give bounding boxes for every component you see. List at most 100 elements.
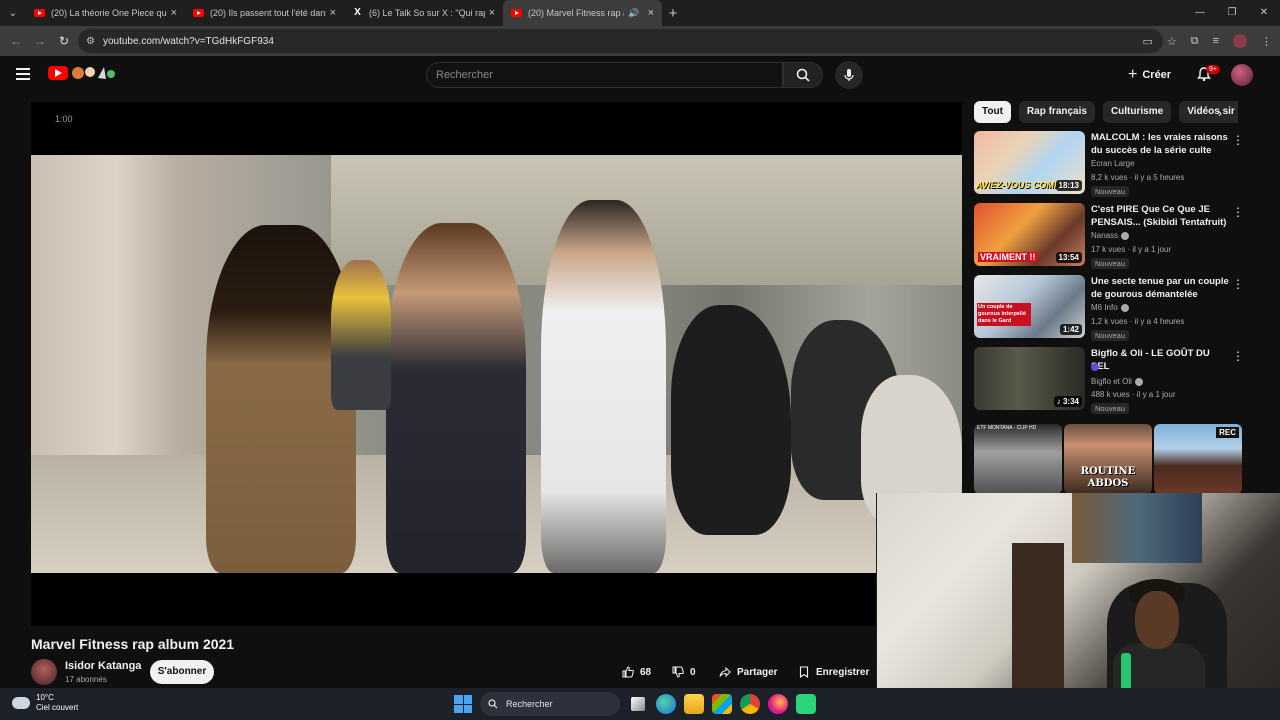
save-button[interactable]: Enregistrer [798, 660, 869, 684]
streaming-app-icon[interactable] [796, 694, 816, 714]
webcam-face [1135, 591, 1179, 649]
video-thumbnail[interactable]: ♪ 3:34 [974, 347, 1085, 410]
site-info-icon[interactable]: ⚙ [86, 36, 95, 47]
recommendation-meta: 17 k vues · il y a 1 jour [1091, 245, 1172, 254]
chip-all[interactable]: Tout [974, 101, 1011, 123]
weather-widget[interactable]: 10°C Ciel couvert [9, 693, 78, 713]
channel-name[interactable]: Isidor Katanga [65, 660, 141, 672]
more-options-icon[interactable]: ⋮ [1232, 133, 1244, 147]
thumbs-up-icon [622, 666, 634, 678]
task-view-icon[interactable] [631, 697, 645, 711]
search-button[interactable] [783, 62, 823, 88]
taskbar-search-label: Rechercher [506, 699, 553, 709]
browser-tab[interactable]: (20) La théorie One Piece qui e × [26, 0, 185, 26]
new-badge: Nouveau [1091, 186, 1130, 197]
chip-culturisme[interactable]: Culturisme [1102, 101, 1172, 123]
chevron-right-icon[interactable]: › [1218, 106, 1222, 120]
recommendation-title[interactable]: MALCOLM : les vraies raisons du succès d… [1091, 131, 1229, 157]
url-bar[interactable]: ⚙ youtube.com/watch?v=TGdHkFGF934 [78, 29, 1163, 53]
recommendation-channel[interactable]: Bigflo et Oli [1091, 377, 1132, 386]
video-player[interactable]: 1:00 [31, 102, 962, 626]
like-button[interactable]: 68 [622, 660, 651, 684]
subscriber-count: 17 abonnés [65, 675, 107, 684]
recommendation-channel-row[interactable]: Bigflo et Oli [1091, 377, 1143, 386]
recommendation-channel[interactable]: Ecran Large [1091, 159, 1135, 168]
create-button[interactable]: + Créer [1128, 65, 1171, 85]
back-icon[interactable]: ← [4, 34, 28, 48]
browser-tab[interactable]: X (6) Le Talk So sur X : "Qui rap le × [344, 0, 503, 26]
window-close-icon[interactable]: ✕ [1248, 0, 1280, 26]
browser-menu-icon[interactable]: ⋮ [1261, 35, 1272, 48]
video-thumbnail[interactable]: VRAIMENT !! 13:54 [974, 203, 1085, 266]
hamburger-menu-icon[interactable] [16, 68, 30, 80]
profile-avatar[interactable] [1233, 34, 1247, 48]
recommendation-channel-row[interactable]: M6 Info [1091, 303, 1129, 312]
firefox-icon[interactable] [768, 694, 788, 714]
browser-tab-active[interactable]: (20) Marvel Fitness rap albu 🔊 × [503, 0, 662, 26]
taskbar-search[interactable]: Rechercher [480, 692, 620, 716]
account-avatar[interactable] [1231, 64, 1253, 86]
close-icon[interactable]: × [489, 7, 495, 19]
youtube-icon [511, 9, 522, 17]
edge-icon[interactable] [656, 694, 676, 714]
reload-icon[interactable]: ↻ [52, 34, 76, 48]
video-person [541, 200, 666, 573]
recommendation-item[interactable]: Un couple de gourous interpellé dans le … [974, 275, 1254, 345]
subscribe-button[interactable]: S'abonner [150, 660, 214, 684]
close-icon[interactable]: × [648, 7, 654, 19]
player-timestamp: 1:00 [55, 114, 73, 124]
minimize-icon[interactable]: — [1184, 0, 1216, 26]
extensions-icon[interactable]: ⧉ [1191, 35, 1199, 48]
more-options-icon[interactable]: ⋮ [1232, 277, 1244, 291]
more-options-icon[interactable]: ⋮ [1232, 349, 1244, 363]
short-thumbnail[interactable]: REC [1154, 424, 1242, 494]
dislike-button[interactable]: 0 [672, 660, 696, 684]
weather-temp: 10°C [36, 693, 54, 702]
youtube-logo[interactable] [48, 66, 68, 80]
doodle-logo[interactable] [70, 64, 116, 82]
recommendation-channel-row[interactable]: Nanass [1091, 231, 1130, 240]
browser-tab[interactable]: (20) Ils passent tout l'été dans l × [185, 0, 344, 26]
plus-icon: + [1128, 66, 1138, 83]
recommendation-item[interactable]: ♪ 3:34 Bigflo & Oli - LE GOÛT DU SEL Big… [974, 347, 1254, 417]
channel-avatar[interactable] [31, 659, 57, 685]
cast-icon[interactable]: ▭ [1142, 35, 1152, 48]
recommendation-channel[interactable]: Nanass [1091, 231, 1118, 240]
voice-search-button[interactable] [835, 61, 863, 89]
close-icon[interactable]: × [330, 7, 336, 19]
short-thumbnail[interactable]: ROUTINE ABDOS [1064, 424, 1152, 494]
search-input[interactable]: Rechercher [426, 62, 783, 88]
recommendation-title[interactable]: C'est PIRE Que Ce Que JE PENSAIS... (Ski… [1091, 203, 1229, 229]
file-explorer-icon[interactable] [684, 694, 704, 714]
close-icon[interactable]: × [171, 7, 177, 19]
restore-icon[interactable]: ❐ [1216, 0, 1248, 26]
share-button[interactable]: Partager [719, 660, 778, 684]
short-thumbnail[interactable]: ETF MONTANA - CLIP HD [974, 424, 1062, 494]
media-controls-icon[interactable]: ≡ [1213, 35, 1219, 47]
video-thumbnail[interactable]: Un couple de gourous interpellé dans le … [974, 275, 1085, 338]
recommendation-title[interactable]: Une secte tenue par un couple de gourous… [1091, 275, 1229, 301]
share-icon [719, 666, 731, 678]
more-options-icon[interactable]: ⋮ [1232, 205, 1244, 219]
video-thumbnail[interactable]: AVIEZ-VOUS COMPR 18:13 [974, 131, 1085, 194]
tab-search-icon[interactable]: ⌄ [0, 0, 26, 26]
speaker-icon[interactable]: 🔊 [628, 8, 639, 19]
recommendation-channel[interactable]: M6 Info [1091, 303, 1118, 312]
url-text: youtube.com/watch?v=TGdHkFGF934 [102, 35, 274, 47]
recommendation-item[interactable]: AVIEZ-VOUS COMPR 18:13 MALCOLM : les vra… [974, 131, 1254, 201]
weather-text: 10°C Ciel couvert [36, 693, 78, 713]
chrome-icon[interactable] [740, 694, 760, 714]
dislike-count: 0 [690, 666, 696, 678]
video-duration: ♪ 3:34 [1053, 396, 1082, 407]
webcam-overlay [876, 493, 1280, 720]
chip-rap[interactable]: Rap français [1018, 101, 1095, 123]
store-icon[interactable] [712, 694, 732, 714]
recommendation-item[interactable]: VRAIMENT !! 13:54 C'est PIRE Que Ce Que … [974, 203, 1254, 273]
recommendation-title[interactable]: Bigflo & Oli - LE GOÛT DU SEL [1091, 347, 1229, 373]
windows-start-icon[interactable] [454, 695, 472, 713]
chip-similar[interactable]: Vidéos sir [1179, 101, 1238, 123]
forward-icon[interactable]: → [28, 34, 52, 48]
new-tab-button[interactable]: + [662, 5, 684, 22]
bookmark-star-icon[interactable]: ☆ [1167, 35, 1177, 48]
video-duration: 18:13 [1055, 180, 1082, 191]
